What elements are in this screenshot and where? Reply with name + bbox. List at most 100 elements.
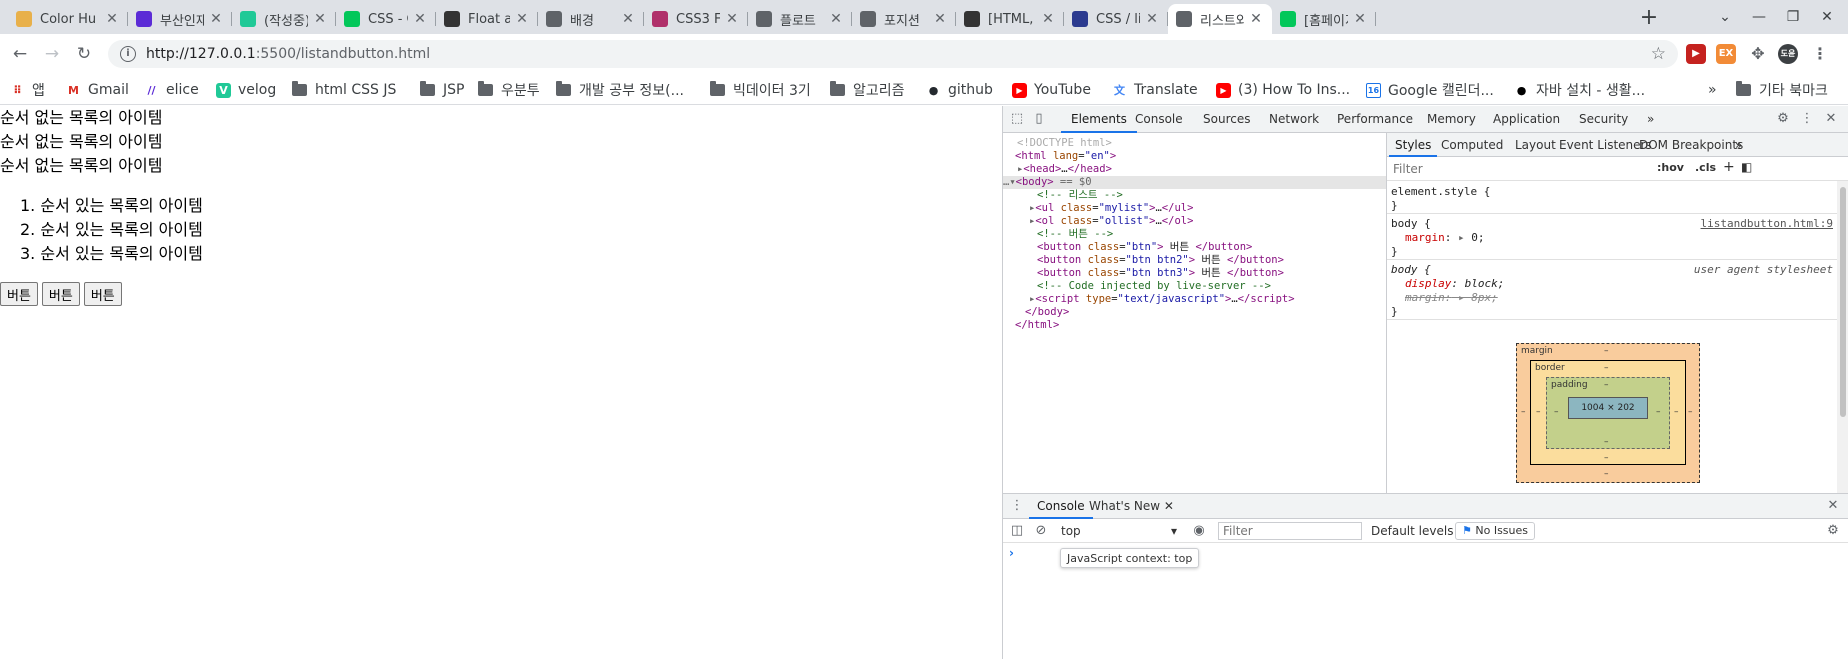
browser-tab[interactable]: CSS - CSS✕ (336, 4, 436, 34)
bookmark-item[interactable]: html CSS JS (292, 80, 396, 100)
log-levels-dropdown[interactable]: Default levels ▾ (1371, 522, 1463, 540)
margin-declaration[interactable]: margin: ▸ 0; (1391, 231, 1833, 245)
browser-tab[interactable]: [홈페이지✕ (1272, 4, 1376, 34)
close-window-button[interactable]: ✕ (1816, 6, 1838, 28)
dom-comment-live[interactable]: <!-- Code injected by live-server --> (1003, 280, 1386, 293)
device-toolbar-icon[interactable]: ▯ (1031, 111, 1047, 127)
minimize-button[interactable]: — (1748, 6, 1770, 28)
close-tab-icon[interactable]: ✕ (724, 11, 740, 27)
other-bookmarks-folder[interactable]: 기타 북마크 (1736, 80, 1828, 100)
bookmark-item[interactable]: 알고리즘 (830, 80, 905, 100)
bookmark-item[interactable]: 빅데이터 3기 (710, 80, 811, 100)
styles-filter-input[interactable] (1391, 160, 1651, 178)
site-info-icon[interactable]: i (120, 46, 136, 62)
browser-tab[interactable]: 부산인재 ✕ (128, 4, 232, 34)
console-settings-gear-icon[interactable]: ⚙ (1825, 523, 1841, 539)
btn-button[interactable]: 버튼 (0, 282, 38, 306)
console-prompt[interactable]: › (1009, 546, 1014, 560)
rule-source-link[interactable]: listandbutton.html:9 (1701, 217, 1833, 231)
close-tab-icon[interactable]: ✕ (1248, 11, 1264, 27)
bookmark-item[interactable]: JSP (420, 80, 464, 100)
tab-memory[interactable]: Memory (1417, 106, 1486, 133)
tab-application[interactable]: Application (1483, 106, 1570, 133)
styles-more-tabs-button[interactable]: » (1729, 133, 1748, 157)
drawer-menu-icon[interactable]: ⋮ (1009, 498, 1025, 514)
close-tab-icon[interactable]: ✕ (932, 11, 948, 27)
close-drawer-icon[interactable]: ✕ (1825, 498, 1841, 514)
close-tab-icon[interactable]: ✕ (1040, 11, 1056, 27)
console-sidebar-icon[interactable]: ◫ (1009, 523, 1025, 539)
browser-tab[interactable]: Color Hu ✕ (8, 4, 128, 34)
browser-tab[interactable]: CSS3 Flo✕ (644, 4, 748, 34)
close-devtools-icon[interactable]: ✕ (1823, 111, 1839, 127)
box-model-content[interactable]: 1004 × 202 (1568, 397, 1648, 419)
dom-ul[interactable]: ▸<ul class="mylist">…</ul> (1003, 202, 1386, 215)
tab-network[interactable]: Network (1259, 106, 1329, 133)
reload-button[interactable]: ↻ (72, 42, 96, 66)
new-rule-plus-icon[interactable]: + (1723, 159, 1735, 175)
styles-scrollbar[interactable] (1837, 181, 1848, 493)
extension-ex-icon[interactable]: EX (1716, 44, 1736, 64)
close-tab-icon[interactable]: ✕ (1352, 11, 1368, 27)
bookmarks-overflow-button[interactable]: » (1708, 80, 1717, 100)
tab-search-icon[interactable]: ⌄ (1714, 6, 1736, 28)
cls-toggle[interactable]: .cls (1695, 161, 1716, 174)
dom-body[interactable]: …▾<body> == $0 (1003, 176, 1386, 189)
bookmark-item[interactable]: ● 자바 설치 - 생활... (1514, 80, 1645, 100)
new-tab-button[interactable]: + (1636, 6, 1662, 32)
settings-gear-icon[interactable]: ⚙ (1775, 111, 1791, 127)
drawer-tab-whats-new[interactable]: What's New ✕ (1081, 494, 1182, 519)
dom-html[interactable]: <html lang="en"> (1003, 150, 1386, 163)
forward-button[interactable]: → (40, 42, 64, 66)
close-tab-icon[interactable]: ✕ (208, 11, 224, 27)
bookmark-item[interactable]: 개발 공부 정보(... (556, 80, 684, 100)
browser-tab[interactable]: 리스트와 ✕ (1168, 4, 1272, 34)
tab-styles[interactable]: Styles (1389, 133, 1438, 157)
js-context-select[interactable]: top ▾ (1061, 522, 1181, 540)
extension-red-icon[interactable]: ▶ (1686, 44, 1706, 64)
bookmark-item[interactable]: M Gmail (66, 80, 129, 100)
extensions-puzzle-icon[interactable]: ✥ (1748, 44, 1768, 64)
close-tab-icon[interactable]: ✕ (620, 11, 636, 27)
dom-button-2[interactable]: <button class="btn btn2"> 버튼 </button> (1003, 254, 1386, 267)
close-tab-icon[interactable]: ✕ (1144, 11, 1160, 27)
rule-element-style[interactable]: element.style { } (1387, 182, 1837, 214)
profile-avatar[interactable]: 도윤 (1778, 44, 1798, 64)
bookmark-item[interactable]: 16 Google 캘린더... (1366, 80, 1494, 100)
tab-security[interactable]: Security (1569, 106, 1638, 133)
tab-sources[interactable]: Sources (1193, 106, 1260, 133)
browser-tab[interactable]: [HTML, C✕ (956, 4, 1064, 34)
dom-body-close[interactable]: </body> (1003, 306, 1386, 319)
menu-kebab-icon[interactable]: ⋮ (1810, 44, 1830, 64)
btn3-button[interactable]: 버튼 (83, 282, 122, 306)
clear-console-icon[interactable]: ⊘ (1033, 523, 1049, 539)
console-filter-input[interactable] (1218, 522, 1362, 540)
back-button[interactable]: ← (8, 42, 32, 66)
bookmark-item[interactable]: Vvelog (216, 80, 276, 100)
browser-tab[interactable]: 배경 ✕ (538, 4, 644, 34)
more-tabs-button[interactable]: » (1637, 106, 1664, 133)
devtools-menu-icon[interactable]: ⋮ (1799, 111, 1815, 127)
browser-tab[interactable]: (작성중) 2✕ (232, 4, 336, 34)
rule-user-agent-body[interactable]: body { user agent stylesheet display: bl… (1387, 260, 1837, 320)
dom-comment-btn[interactable]: <!-- 버튼 --> (1003, 228, 1386, 241)
browser-tab[interactable]: CSS / list✕ (1064, 4, 1168, 34)
close-tab-icon[interactable]: ✕ (514, 11, 530, 27)
btn2-button[interactable]: 버튼 (41, 282, 80, 306)
dom-button-1[interactable]: <button class="btn"> 버튼 </button> (1003, 241, 1386, 254)
rule-body[interactable]: body { listandbutton.html:9 margin: ▸ 0;… (1387, 214, 1837, 260)
bookmark-item[interactable]: ● github (926, 80, 993, 100)
close-tab-icon[interactable]: ✕ (1164, 499, 1174, 513)
bookmark-item[interactable]: 文 Translate (1112, 80, 1198, 100)
restore-button[interactable]: ❐ (1782, 6, 1804, 28)
tab-computed[interactable]: Computed (1435, 133, 1509, 157)
bookmark-item[interactable]: ▶ (3) How To Ins... (1216, 80, 1350, 100)
dom-comment-list[interactable]: <!-- 리스트 --> (1003, 189, 1386, 202)
dom-head[interactable]: ▸<head>…</head> (1003, 163, 1386, 176)
dom-doctype[interactable]: <!DOCTYPE html> (1003, 137, 1386, 150)
browser-tab[interactable]: 플로트 ✕ (748, 4, 852, 34)
bookmark-item[interactable]: // elice (144, 80, 198, 100)
bookmark-item[interactable]: ⠿ 앱 (10, 80, 45, 100)
live-expression-eye-icon[interactable]: ◉ (1191, 523, 1207, 539)
tab-performance[interactable]: Performance (1327, 106, 1423, 133)
